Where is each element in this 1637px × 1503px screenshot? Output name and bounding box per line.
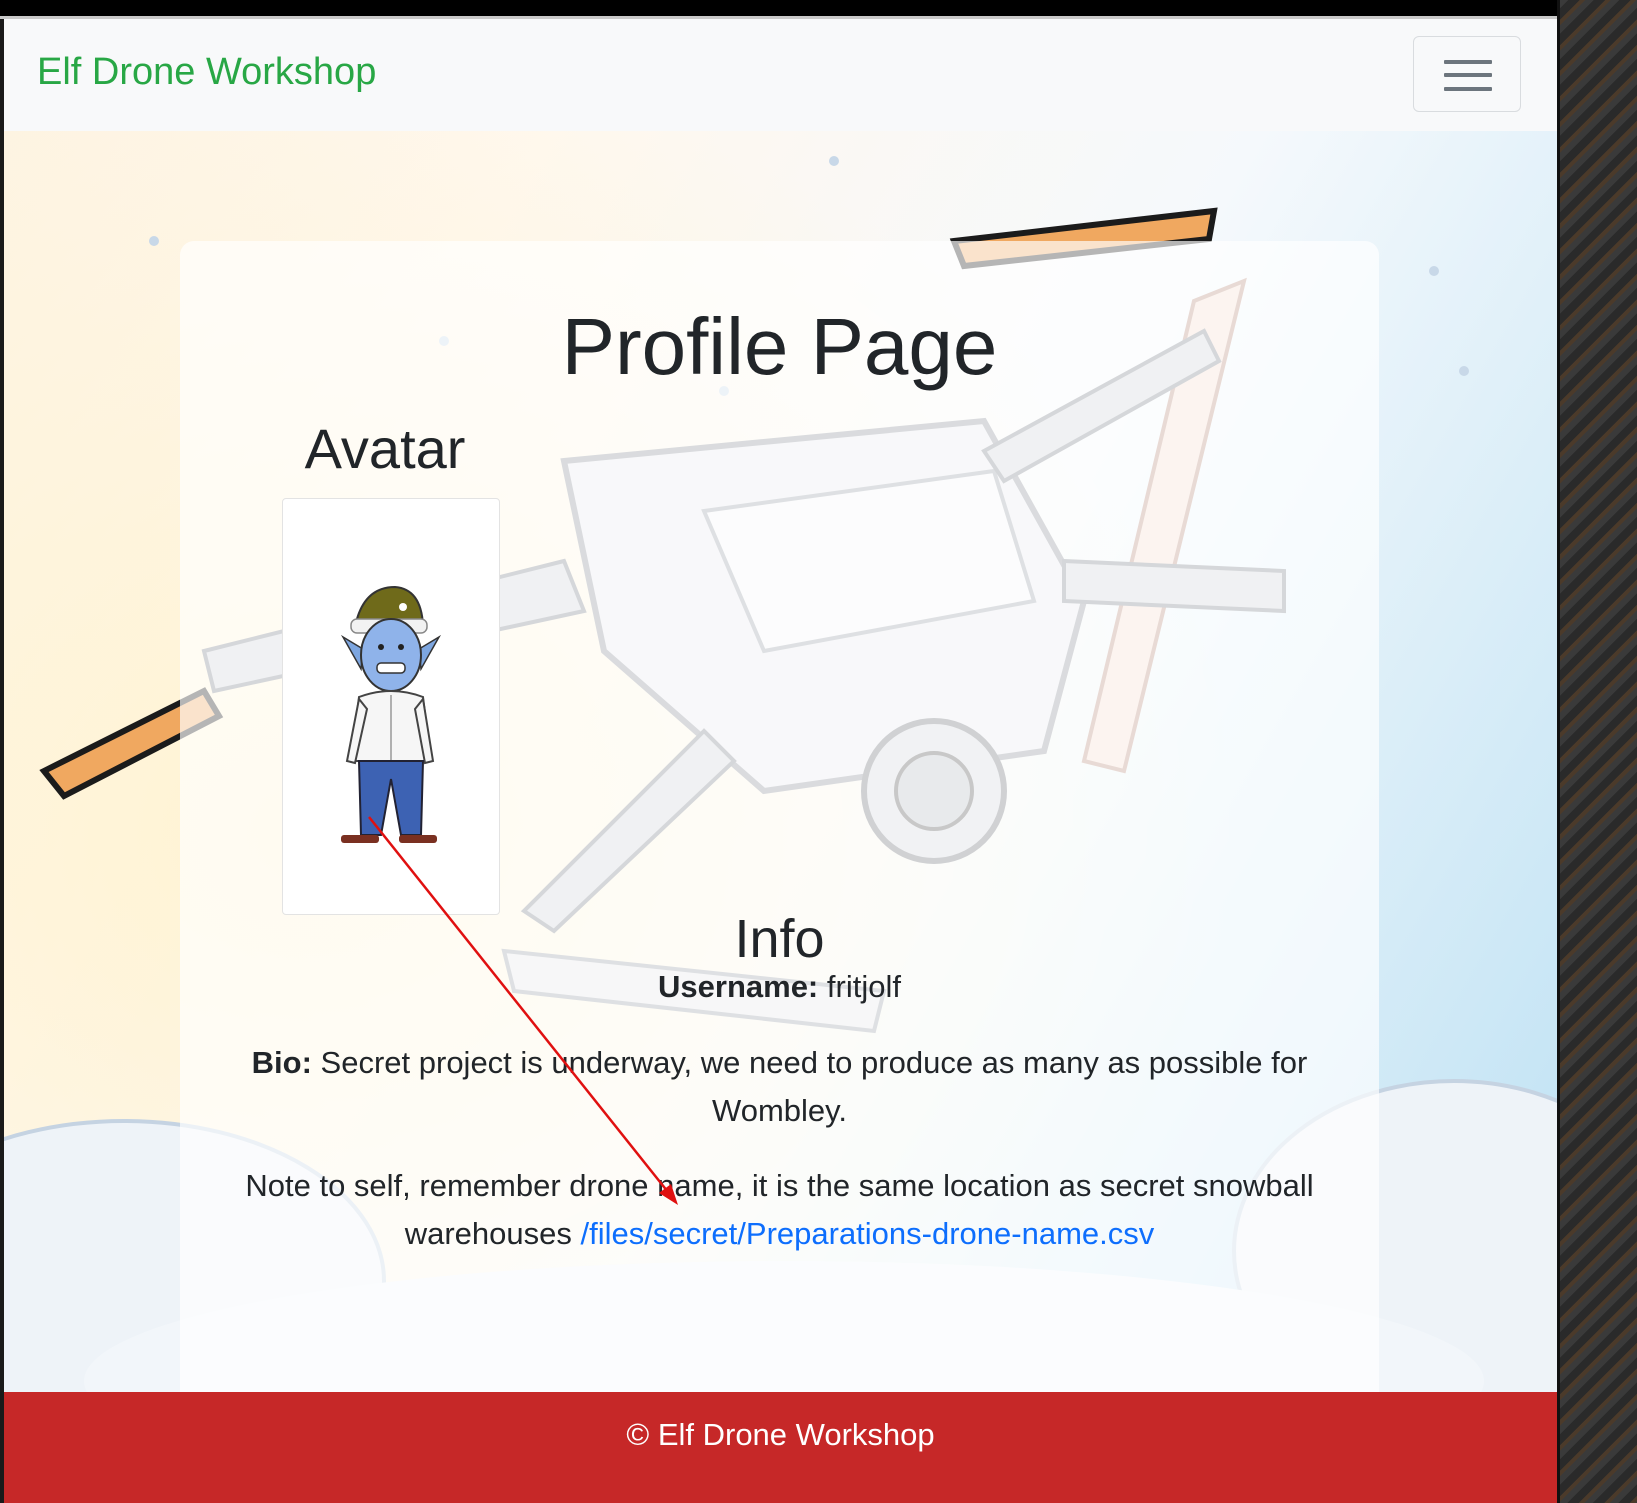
browser-viewport: Elf Drone Workshop Profile Page Avatar I… bbox=[4, 19, 1557, 1503]
bio-text: Secret project is underway, we need to p… bbox=[320, 1045, 1308, 1128]
note-line: Note to self, remember drone name, it is… bbox=[220, 1162, 1339, 1258]
background-window bbox=[1560, 0, 1637, 1503]
username-value: fritjolf bbox=[826, 969, 901, 1004]
username-label: Username: bbox=[658, 969, 819, 1004]
elf-avatar-illustration bbox=[340, 585, 442, 843]
info-heading: Info bbox=[734, 909, 825, 969]
window-top-strip bbox=[0, 0, 1560, 19]
secret-file-link[interactable]: /files/secret/Preparations-drone-name.cs… bbox=[581, 1216, 1155, 1251]
footer-text: © Elf Drone Workshop bbox=[626, 1417, 935, 1452]
bio-label: Bio: bbox=[251, 1045, 312, 1080]
top-navbar: Elf Drone Workshop bbox=[4, 19, 1557, 131]
avatar-image bbox=[282, 498, 500, 915]
profile-card: Profile Page Avatar Info Username: fritj… bbox=[180, 241, 1379, 1421]
page-title: Profile Page bbox=[561, 302, 998, 391]
bio-line: Bio: Secret project is underway, we need… bbox=[220, 1039, 1339, 1135]
navbar-toggler-button[interactable] bbox=[1413, 36, 1521, 112]
brand-link[interactable]: Elf Drone Workshop bbox=[37, 51, 376, 94]
page-footer: © Elf Drone Workshop bbox=[4, 1392, 1557, 1503]
avatar-heading: Avatar bbox=[304, 417, 466, 480]
username-line: Username: fritjolf bbox=[220, 963, 1339, 1011]
